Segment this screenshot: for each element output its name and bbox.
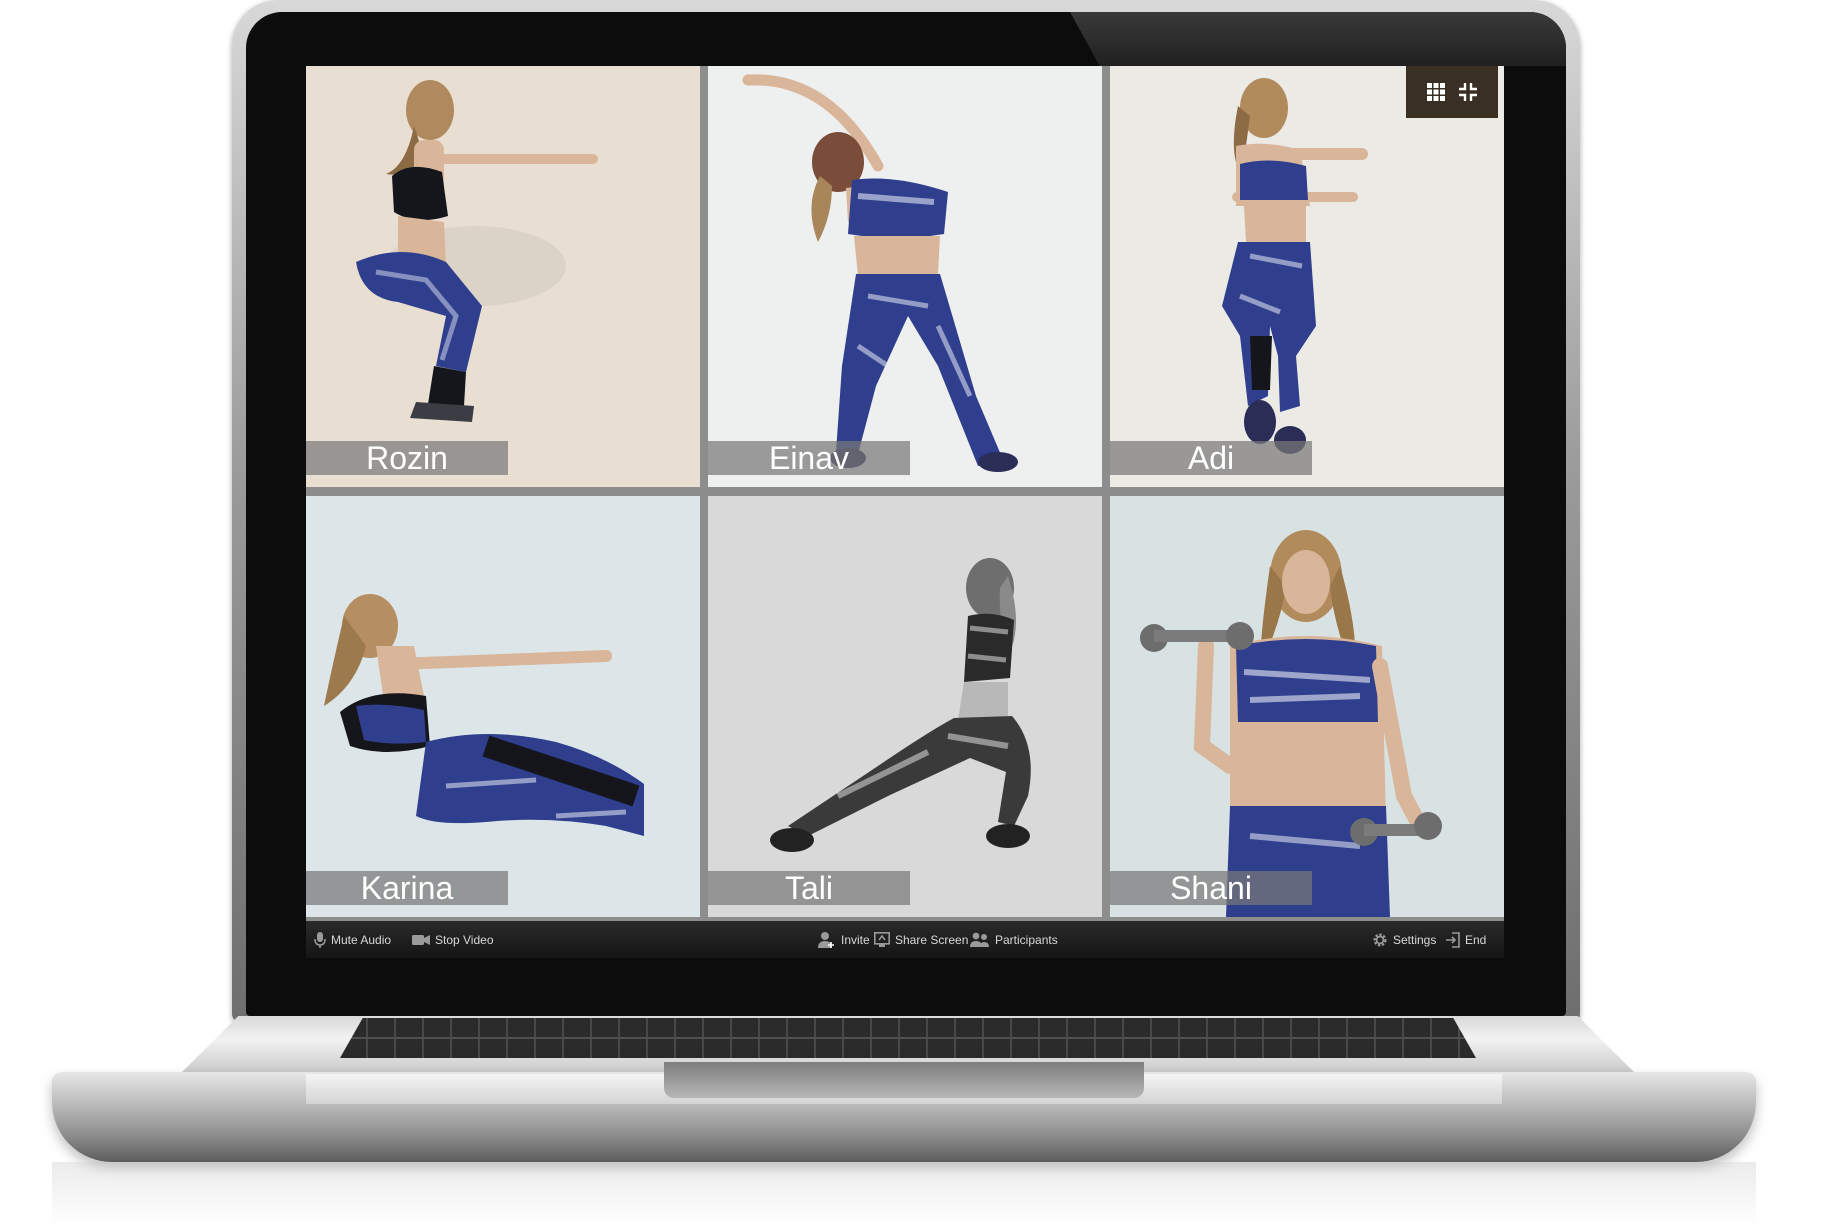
video-tile-karina[interactable]: Karina (306, 496, 700, 917)
invite-label: Invite (841, 932, 870, 947)
video-call-screen: Rozin Einav Adi Karina Tali Shani Mute A… (306, 66, 1504, 958)
grid-icon[interactable] (1425, 81, 1447, 103)
video-tile-rozin[interactable]: Rozin (306, 66, 700, 487)
share-screen-icon (874, 931, 890, 947)
participants-icon (970, 932, 989, 947)
participant-video (770, 558, 1031, 852)
exit-icon (1446, 931, 1460, 948)
participant-video (1140, 530, 1442, 917)
video-camera-icon (412, 934, 430, 945)
participant-name-label: Adi (1110, 441, 1312, 475)
participant-video (356, 80, 598, 422)
laptop-trackpad-notch (664, 1062, 1144, 1098)
view-controls (1406, 66, 1498, 118)
invite-button[interactable]: Invite (818, 921, 870, 958)
exit-fullscreen-icon[interactable] (1457, 81, 1479, 103)
end-label: End (1465, 932, 1487, 947)
gear-icon (1373, 933, 1387, 946)
laptop-reflection (52, 1162, 1756, 1228)
bezel-reflection (1070, 12, 1566, 66)
end-meeting-button[interactable]: End (1446, 921, 1486, 958)
participant-name-label: Einav (708, 441, 910, 475)
mute-audio-label: Mute Audio (331, 932, 392, 947)
video-tile-shani[interactable]: Shani (1110, 496, 1504, 917)
video-tile-einav[interactable]: Einav (708, 66, 1102, 487)
settings-button[interactable]: Settings (1372, 921, 1436, 958)
participant-video (1222, 78, 1368, 454)
participants-button[interactable]: Participants (970, 921, 1058, 958)
participant-video (742, 74, 1018, 472)
laptop-keyboard (340, 1018, 1476, 1058)
stop-video-label: Stop Video (435, 932, 494, 947)
meeting-toolbar: Mute Audio Stop Video Invite Share Scree… (306, 921, 1504, 958)
add-user-icon (818, 931, 834, 948)
mute-audio-button[interactable]: Mute Audio (314, 921, 391, 958)
participant-video (324, 594, 644, 836)
microphone-icon (314, 931, 326, 948)
participant-name-label: Shani (1110, 871, 1312, 905)
share-screen-label: Share Screen (895, 932, 969, 947)
participant-name-label: Tali (708, 871, 910, 905)
video-tile-tali[interactable]: Tali (708, 496, 1102, 917)
share-screen-button[interactable]: Share Screen (874, 921, 968, 958)
participant-name-label: Karina (306, 871, 508, 905)
settings-label: Settings (1393, 932, 1437, 947)
stop-video-button[interactable]: Stop Video (412, 921, 494, 958)
participant-name-label: Rozin (306, 441, 508, 475)
video-tile-adi[interactable]: Adi (1110, 66, 1504, 487)
participants-label: Participants (995, 932, 1058, 947)
gallery-view: Rozin Einav Adi Karina Tali Shani (306, 66, 1504, 921)
